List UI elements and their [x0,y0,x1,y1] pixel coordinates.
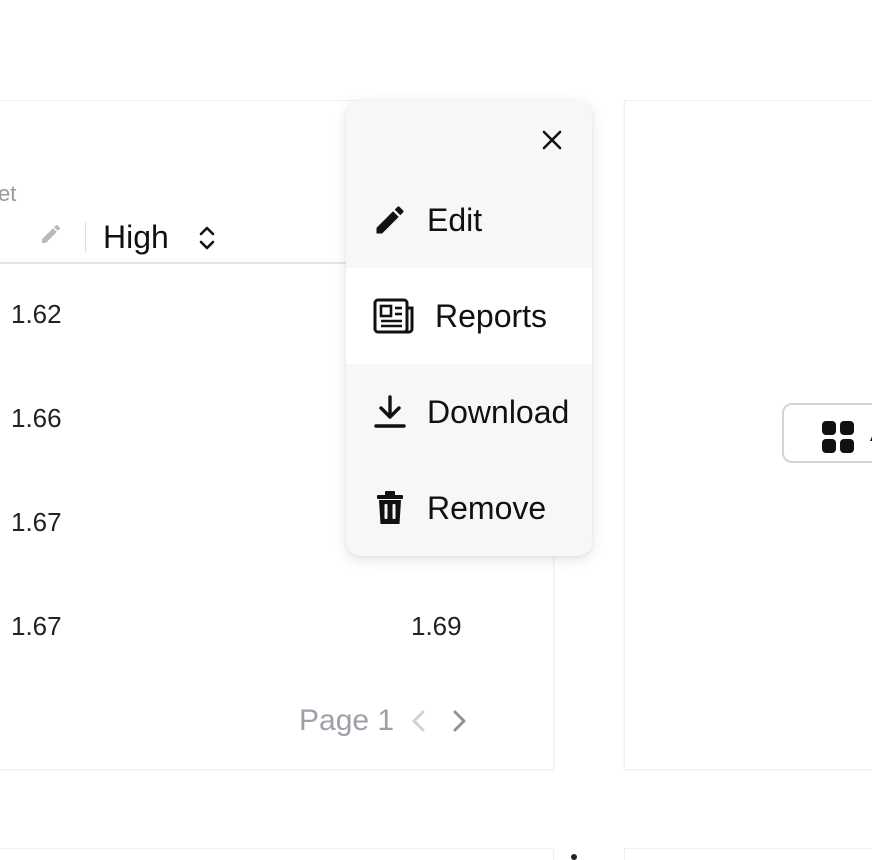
bottom-card-left [0,848,554,860]
column-header-high[interactable]: High [103,219,169,256]
grid-apps-icon [822,421,854,453]
download-icon [374,395,406,428]
newspaper-icon [373,298,414,334]
menu-item-label: Reports [435,298,548,334]
page: et High 1.62 1.66 1.67 1.67 1.69 Page 1 [0,0,872,860]
table-cell-high: 1.69 [411,611,462,641]
pagination: Page 1 [299,701,474,741]
menu-item-reports[interactable]: Reports [346,268,592,364]
menu-item-label: Remove [427,490,547,526]
sort-icon[interactable] [197,223,217,253]
right-card: A [624,100,872,770]
menu-item-edit[interactable]: Edit [346,172,592,268]
pencil-icon [376,206,404,234]
column-divider [85,222,86,252]
apps-button[interactable]: A [782,403,872,463]
menu-item-download[interactable]: Download [346,364,592,460]
table-header: High [0,218,347,264]
prev-page-chevron-left-icon[interactable] [404,706,434,736]
more-options-icon[interactable] [571,854,577,860]
table-subtitle: et [0,181,17,206]
menu-item-label: Download [427,394,570,430]
table-cell-open: 1.67 [11,611,62,641]
page-indicator: Page 1 [299,704,395,737]
close-icon [542,130,562,150]
next-page-chevron-right-icon[interactable] [444,706,474,736]
bottom-card-right [624,848,872,860]
table-cell-open: 1.62 [11,299,62,329]
trash-icon [377,491,403,524]
table-cell-open: 1.67 [11,507,62,537]
menu-item-label: Edit [427,202,483,238]
menu-item-remove[interactable]: Remove [346,460,592,556]
close-button[interactable] [536,124,568,156]
actions-menu: Edit Reports Download Remove [346,100,592,556]
table-cell-open: 1.66 [11,403,62,433]
edit-column-pencil-icon[interactable] [39,222,63,246]
